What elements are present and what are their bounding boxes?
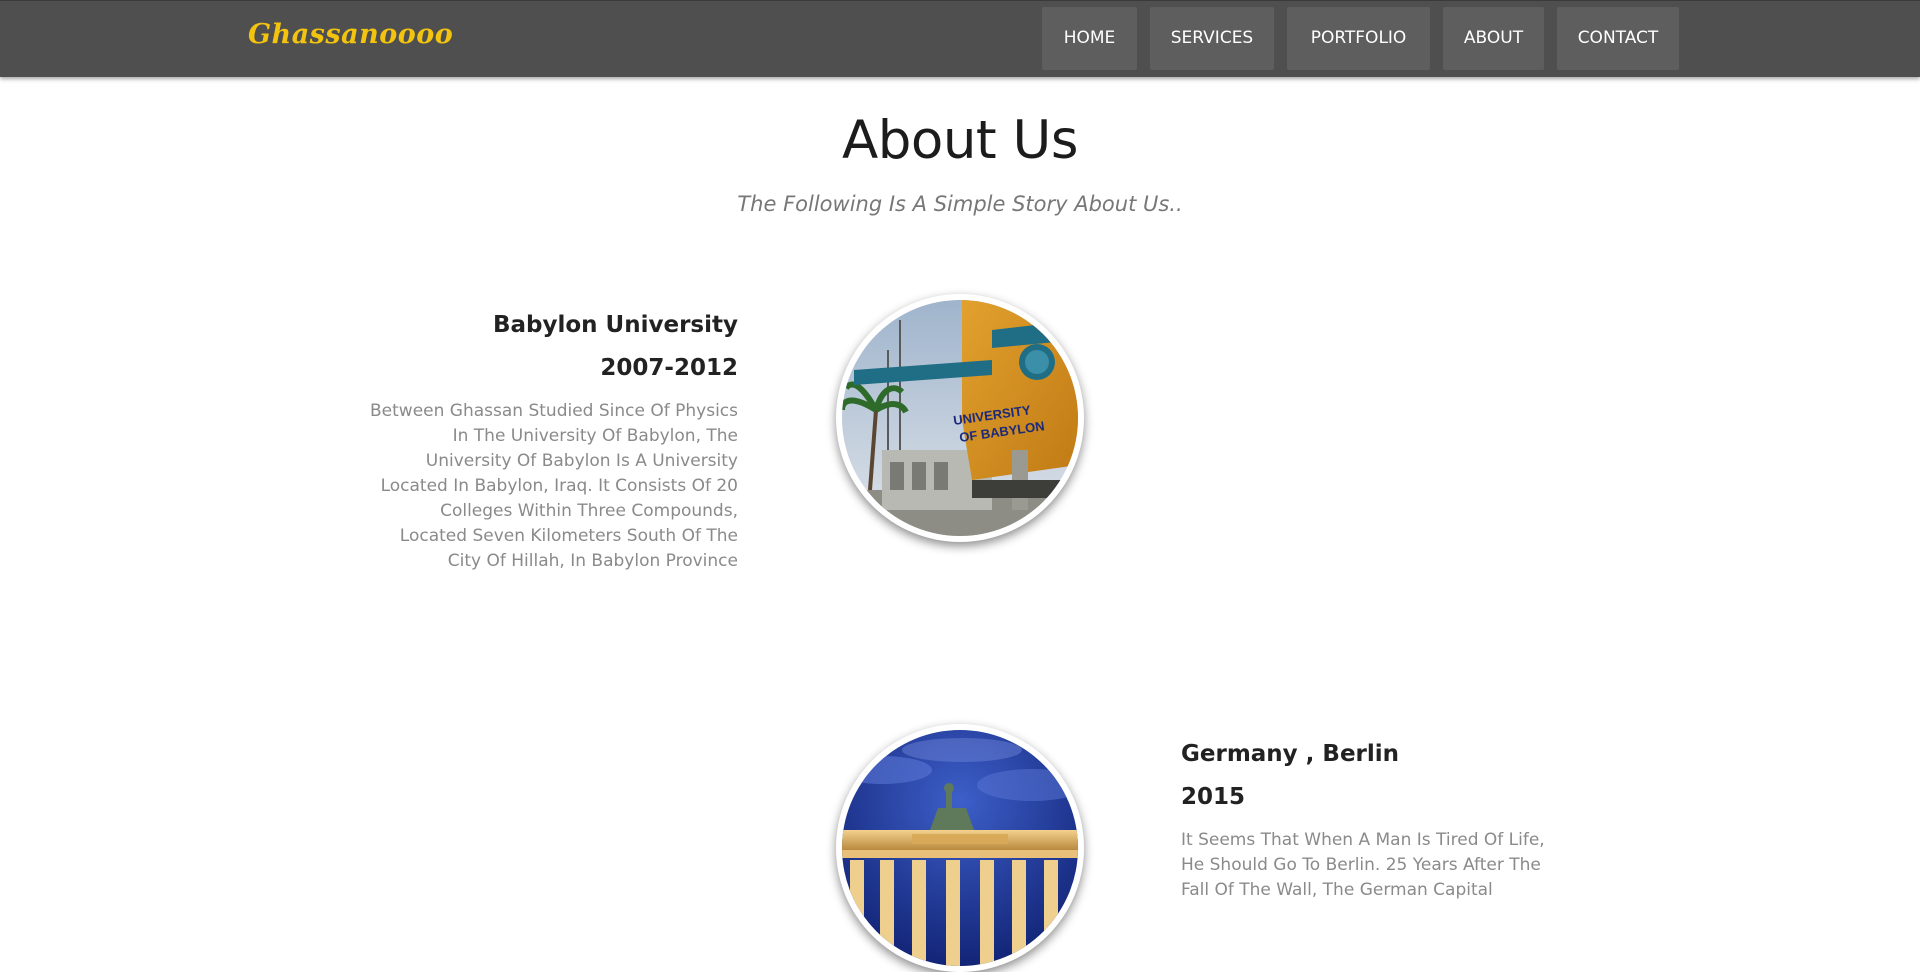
timeline-heading: Babylon University xyxy=(492,312,738,338)
nav-about[interactable]: ABOUT xyxy=(1443,7,1544,70)
timeline-date: 2007-2012 xyxy=(600,355,738,381)
navbar: Ghassanoooo HOME SERVICES PORTFOLIO ABOU… xyxy=(0,0,1920,77)
page-subtitle: The Following Is A Simple Story About Us… xyxy=(737,192,1183,216)
timeline-entry-babylon: Babylon University 2007-2012 Between Gha… xyxy=(370,311,738,574)
timeline-body: Between Ghassan Studied Since Of Physics… xyxy=(370,401,738,571)
nav-portfolio[interactable]: PORTFOLIO xyxy=(1287,7,1430,70)
timeline-image-babylon-university: UNIVERSITY OF BABYLON xyxy=(836,294,1084,542)
babylon-university-photo: UNIVERSITY OF BABYLON xyxy=(842,300,1078,536)
timeline-heading: Germany , Berlin xyxy=(1181,741,1400,767)
timeline-body: It Seems That When A Man Is Tired Of Lif… xyxy=(1181,830,1545,900)
nav-services[interactable]: SERVICES xyxy=(1150,7,1274,70)
nav-home[interactable]: HOME xyxy=(1042,7,1137,70)
brandenburg-gate-photo xyxy=(842,730,1078,966)
brand-logo[interactable]: Ghassanoooo xyxy=(248,19,453,50)
timeline-entry-berlin: Germany , Berlin 2015 It Seems That When… xyxy=(1181,740,1561,903)
timeline-image-berlin xyxy=(836,724,1084,972)
timeline-date: 2015 xyxy=(1181,784,1246,810)
nav-contact[interactable]: CONTACT xyxy=(1557,7,1679,70)
page-title: About Us xyxy=(842,110,1078,171)
main-nav: HOME SERVICES PORTFOLIO ABOUT CONTACT xyxy=(1042,7,1679,70)
